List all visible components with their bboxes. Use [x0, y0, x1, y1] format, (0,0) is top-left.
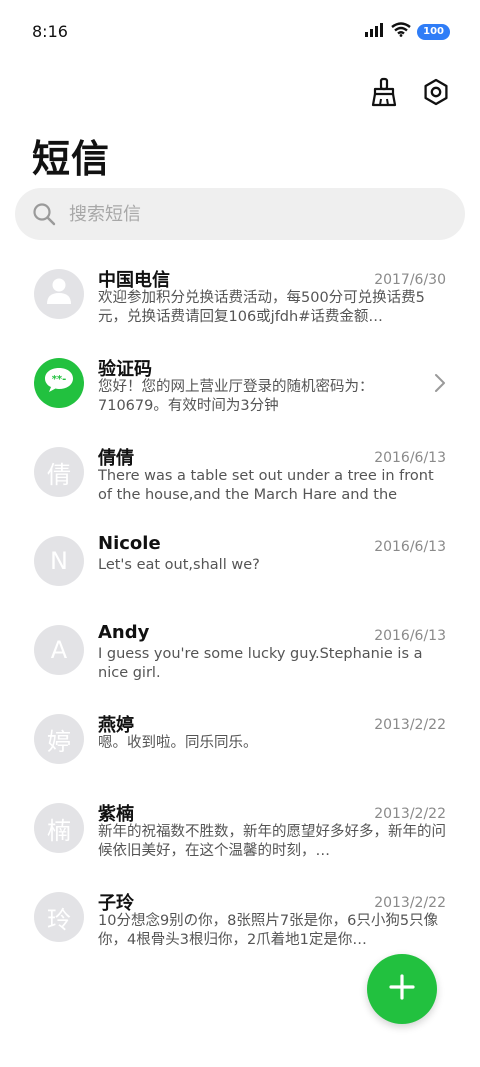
search-bar[interactable]	[15, 188, 465, 240]
list-item[interactable]: A Andy 2016/6/13 I guess you're some luc…	[0, 614, 480, 703]
battery-indicator: 100	[417, 23, 450, 40]
avatar	[34, 269, 84, 319]
list-item[interactable]: N Nicole 2016/6/13 Let's eat out,shall w…	[0, 525, 480, 614]
message-date: 2013/2/22	[374, 806, 446, 822]
clean-button[interactable]	[366, 76, 402, 112]
message-date: 2016/6/13	[374, 539, 446, 555]
message-preview: 新年的祝福数不胜数，新年的愿望好多好多，新年的问候依旧美好，在这个温馨的时刻，…	[98, 824, 446, 859]
message-preview: Let's eat out,shall we?	[98, 557, 260, 573]
avatar: 楠	[34, 803, 84, 853]
message-date: 2017/6/30	[374, 272, 446, 288]
avatar: **-	[34, 358, 84, 408]
message-preview: 您好！您的网上营业厅登录的随机密码为：710679。有效时间为3分钟	[98, 379, 374, 414]
message-preview: I guess you're some lucky guy.Stephanie …	[98, 646, 423, 681]
chevron-right-icon	[434, 373, 446, 397]
chat-bubble-icon: **-	[42, 365, 76, 401]
wifi-icon	[391, 22, 411, 41]
message-date: 2016/6/13	[374, 450, 446, 466]
message-list: 中国电信 2017/6/30 欢迎参加积分兑换话费活动，每500分可兑换话费5元…	[0, 258, 480, 970]
avatar: 倩	[34, 447, 84, 497]
new-message-button[interactable]	[367, 954, 437, 1024]
gear-icon	[422, 78, 450, 110]
avatar: 玲	[34, 892, 84, 942]
list-item[interactable]: 婷 燕婷 2013/2/22 嗯。收到啦。同乐同乐。	[0, 703, 480, 792]
person-icon	[46, 277, 72, 311]
message-preview: 10分想念9别の你，8张照片7张是你，6只小狗5只像你，4根骨头3根归你，2爪着…	[98, 913, 439, 948]
avatar: N	[34, 536, 84, 586]
status-icons: 100	[365, 22, 450, 41]
page-title: 短信	[32, 137, 111, 181]
list-item[interactable]: **- 验证码 您好！您的网上营业厅登录的随机密码为：710679。有效时间为3…	[0, 347, 480, 436]
list-item[interactable]: 倩 倩倩 2016/6/13 There was a table set out…	[0, 436, 480, 525]
avatar: A	[34, 625, 84, 675]
status-time: 8:16	[32, 22, 68, 41]
message-date: 2013/2/22	[374, 895, 446, 911]
search-input[interactable]	[67, 202, 451, 226]
avatar: 婷	[34, 714, 84, 764]
top-actions	[366, 76, 454, 112]
message-preview: 欢迎参加积分兑换话费活动，每500分可兑换话费5元，兑换话费请回复106或jfd…	[98, 290, 425, 325]
search-icon	[31, 201, 57, 227]
sender-name: Andy	[98, 622, 150, 643]
signal-icon	[365, 22, 385, 41]
message-date: 2016/6/13	[374, 628, 446, 644]
message-preview: 嗯。收到啦。同乐同乐。	[98, 735, 258, 751]
plus-icon	[388, 973, 416, 1005]
status-bar: 8:16 100	[0, 0, 480, 66]
message-preview: There was a table set out under a tree i…	[98, 468, 434, 503]
list-item[interactable]: 中国电信 2017/6/30 欢迎参加积分兑换话费活动，每500分可兑换话费5元…	[0, 258, 480, 347]
message-date: 2013/2/22	[374, 717, 446, 733]
svg-text:**-: **-	[52, 374, 67, 385]
list-item[interactable]: 楠 紫楠 2013/2/22 新年的祝福数不胜数，新年的愿望好多好多，新年的问候…	[0, 792, 480, 881]
settings-button[interactable]	[418, 76, 454, 112]
broom-icon	[370, 77, 398, 111]
sender-name: Nicole	[98, 533, 161, 554]
